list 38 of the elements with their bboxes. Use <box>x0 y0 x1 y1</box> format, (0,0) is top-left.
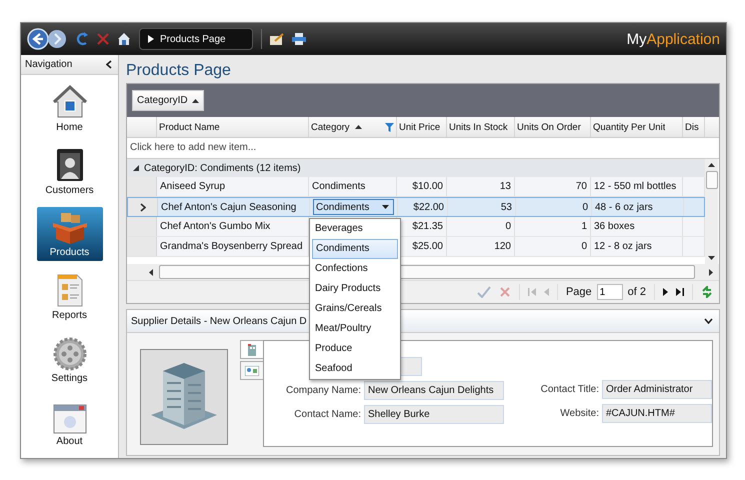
table-cell: Chef Anton's Cajun Seasoning <box>161 202 296 212</box>
table-cell: 12 - 550 ml bottles <box>594 181 676 192</box>
nav-label: Home <box>56 122 83 133</box>
table-cell: Condiments <box>312 181 366 192</box>
table-cell: 36 boxes <box>594 221 635 232</box>
nav-label: Products <box>50 247 90 258</box>
table-cell: $10.00 <box>412 181 443 192</box>
field-label: Website: <box>560 408 599 419</box>
table-cell: 1 <box>581 221 587 232</box>
page-title: Products Page <box>126 61 232 81</box>
field-label: Contact Title: <box>540 384 599 395</box>
table-cell: $21.35 <box>412 221 443 232</box>
table-cell: 0 <box>582 202 588 212</box>
nav-label: Settings <box>51 373 88 384</box>
app-name: My <box>626 30 647 48</box>
field-label: Contact Name: <box>294 409 361 420</box>
table-cell: 53 <box>500 202 512 212</box>
table-cell: Chef Anton's Gumbo Mix <box>160 221 270 232</box>
table-cell: 12 - 8 oz jars <box>594 241 652 252</box>
table-cell: 48 - 6 oz jars <box>595 202 653 212</box>
table-cell: 0 <box>505 221 511 232</box>
nav-label: About <box>56 436 83 448</box>
table-cell: Aniseed Syrup <box>160 181 226 192</box>
navigation-title: Navigation <box>25 58 72 70</box>
table-cell: $22.00 <box>413 202 444 212</box>
table-cell: 120 <box>494 241 511 252</box>
table-cell: 70 <box>576 181 587 192</box>
field-label: Company Name: <box>286 385 361 396</box>
table-cell: Grandma's Boysenberry Spread <box>160 241 303 252</box>
page-total: of 2 <box>628 286 646 298</box>
details-title: Supplier Details - New Orleans Cajun D <box>131 316 307 326</box>
page-label: Page <box>566 286 592 298</box>
table-cell: 0 <box>581 241 587 252</box>
app-name-suffix: Application <box>646 30 720 48</box>
nav-label: Reports <box>52 310 87 322</box>
table-cell: $25.00 <box>412 241 443 252</box>
table-cell: 13 <box>500 181 511 192</box>
nav-label: Customers <box>45 184 94 196</box>
